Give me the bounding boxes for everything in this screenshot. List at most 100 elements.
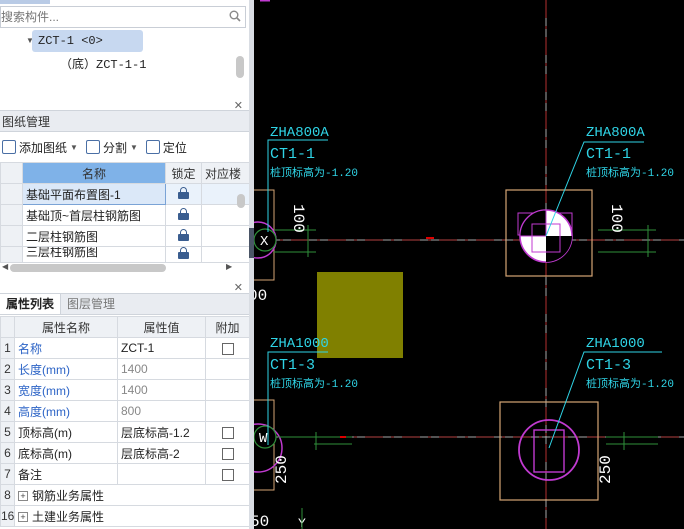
extra-cell xyxy=(205,400,249,422)
locate-button[interactable]: 定位 xyxy=(145,139,187,156)
add-drawing-label: 添加图纸 xyxy=(19,140,68,155)
table-row[interactable]: 二层柱钢筋图 xyxy=(0,225,249,247)
floor-cell[interactable] xyxy=(201,225,249,247)
drawing-name-cell[interactable]: 基础顶~首层柱钢筋图 xyxy=(22,204,166,226)
add-drawing-button[interactable]: 添加图纸 ▼ xyxy=(2,139,78,156)
prop-value-cell[interactable]: ZCT-1 xyxy=(117,337,206,359)
tree-node-child[interactable]: （底）ZCT-1-1 xyxy=(60,54,146,76)
row-number: 2 xyxy=(0,358,15,380)
prop-value-cell[interactable]: 层底标高-2 xyxy=(117,442,206,464)
selected-footing[interactable] xyxy=(317,272,403,358)
pile-label: ZHA1000 xyxy=(586,336,645,352)
top-tab-indicator xyxy=(0,0,50,4)
extra-checkbox[interactable] xyxy=(221,447,234,460)
axis-label-x: X xyxy=(260,234,269,250)
prop-value-cell[interactable]: 1400 xyxy=(117,379,206,401)
table-row[interactable]: 5 顶标高(m) 层底标高-1.2 xyxy=(0,421,249,443)
extra-cell xyxy=(205,358,249,380)
lock-icon[interactable] xyxy=(178,228,189,241)
table-row[interactable]: 7 备注 xyxy=(0,463,249,485)
table-row[interactable]: 基础平面布置图-1 xyxy=(0,183,249,205)
chevron-down-icon[interactable]: ▼ xyxy=(70,143,78,152)
prop-name-cell: 长度(mm) xyxy=(14,358,118,380)
scroll-left-icon[interactable]: ◀ xyxy=(2,262,8,271)
extra-checkbox[interactable] xyxy=(221,342,234,355)
row-number: 16 xyxy=(0,505,15,527)
expand-plus-icon[interactable]: + xyxy=(18,491,28,502)
cad-canvas[interactable]: X W Y ZHA800A CT1-1 桩顶标高为-1.20 ZHA800A C… xyxy=(254,0,684,529)
col-header-lock[interactable]: 锁定 xyxy=(165,162,202,184)
row-handle xyxy=(0,183,23,205)
prop-group-cell[interactable]: + 钢筋业务属性 xyxy=(14,484,249,506)
drawing-table-hscroll[interactable] xyxy=(10,264,166,272)
left-panel: ▼ ZCT-1 <0> （底）ZCT-1-1 ✕ 图纸管理 添加图纸 ▼ 分割 … xyxy=(0,0,249,529)
extra-cell[interactable] xyxy=(205,463,249,485)
prop-group-label: 钢筋业务属性 xyxy=(32,488,105,503)
table-row[interactable]: 6 底标高(m) 层底标高-2 xyxy=(0,442,249,464)
cap-label: CT1-1 xyxy=(270,146,315,163)
tree-scrollbar[interactable] xyxy=(236,56,244,78)
lock-cell[interactable] xyxy=(165,246,202,263)
expand-plus-icon[interactable]: + xyxy=(18,512,28,523)
drawing-name-cell[interactable]: 三层柱钢筋图 xyxy=(22,246,166,263)
lock-cell[interactable] xyxy=(165,183,202,205)
tab-layer-manager[interactable]: 图层管理 xyxy=(61,294,121,314)
floor-cell[interactable] xyxy=(201,246,249,263)
scroll-right-icon[interactable]: ▶ xyxy=(226,262,232,271)
table-row[interactable]: 8 + 钢筋业务属性 xyxy=(0,484,249,506)
row-number: 7 xyxy=(0,463,15,485)
elevation-label: 桩顶标高为-1.20 xyxy=(270,165,358,180)
table-row[interactable]: 基础顶~首层柱钢筋图 xyxy=(0,204,249,226)
extra-cell[interactable] xyxy=(205,421,249,443)
lock-icon[interactable] xyxy=(178,207,189,220)
table-row[interactable]: 4 高度(mm) 800 xyxy=(0,400,249,422)
prop-value-cell[interactable] xyxy=(117,463,206,485)
prop-name-cell: 宽度(mm) xyxy=(14,379,118,401)
split-button[interactable]: 分割 ▼ xyxy=(85,139,138,156)
prop-name-cell: 底标高(m) xyxy=(14,442,118,464)
search-box[interactable] xyxy=(0,6,246,28)
dimension-label: 50 xyxy=(254,513,269,529)
prop-value-cell[interactable]: 1400 xyxy=(117,358,206,380)
pile-label: ZHA800A xyxy=(586,125,645,141)
extra-cell xyxy=(205,379,249,401)
extra-cell[interactable] xyxy=(205,442,249,464)
drawing-panel-title: 图纸管理 xyxy=(0,110,249,132)
col-header-name[interactable]: 名称 xyxy=(22,162,166,184)
drawing-view[interactable]: X W Y ZHA800A CT1-1 桩顶标高为-1.20 ZHA800A C… xyxy=(254,0,684,529)
table-row[interactable]: 3 宽度(mm) 1400 xyxy=(0,379,249,401)
elevation-label: 桩顶标高为-1.20 xyxy=(586,376,674,391)
tab-property-list[interactable]: 属性列表 xyxy=(0,294,62,314)
drawing-name-cell[interactable]: 二层柱钢筋图 xyxy=(22,225,166,247)
lock-icon[interactable] xyxy=(178,247,189,259)
locate-icon xyxy=(145,140,160,154)
extra-cell[interactable] xyxy=(205,337,249,359)
lock-cell[interactable] xyxy=(165,225,202,247)
tree-node-parent[interactable]: ZCT-1 <0> xyxy=(32,30,143,52)
prop-name-cell: 高度(mm) xyxy=(14,400,118,422)
prop-value-cell[interactable]: 层底标高-1.2 xyxy=(117,421,206,443)
table-row[interactable]: 1 名称 ZCT-1 xyxy=(0,337,249,359)
extra-checkbox[interactable] xyxy=(221,468,234,481)
elevation-label: 桩顶标高为-1.20 xyxy=(586,165,674,180)
drawing-table-vscroll[interactable] xyxy=(237,194,245,208)
prop-value-cell[interactable]: 800 xyxy=(117,400,206,422)
search-icon[interactable] xyxy=(229,10,241,22)
row-number: 1 xyxy=(0,337,15,359)
drawing-name-cell[interactable]: 基础平面布置图-1 xyxy=(22,183,166,205)
row-number: 5 xyxy=(0,421,15,443)
search-input[interactable] xyxy=(1,7,221,27)
col-header-floor[interactable]: 对应楼 xyxy=(201,162,249,184)
lock-icon[interactable] xyxy=(178,186,189,199)
dimension-label: 00 xyxy=(254,287,267,305)
lock-cell[interactable] xyxy=(165,204,202,226)
prop-group-cell[interactable]: + 土建业务属性 xyxy=(14,505,249,527)
table-row[interactable]: 16 + 土建业务属性 xyxy=(0,505,249,527)
elevation-label: 桩顶标高为-1.20 xyxy=(270,376,358,391)
extra-checkbox[interactable] xyxy=(221,426,234,439)
row-header-corner xyxy=(0,162,23,184)
chevron-down-icon[interactable]: ▼ xyxy=(130,143,138,152)
table-row[interactable]: 三层柱钢筋图 xyxy=(0,246,249,263)
dimension-label: 100 xyxy=(607,204,625,233)
table-row[interactable]: 2 长度(mm) 1400 xyxy=(0,358,249,380)
